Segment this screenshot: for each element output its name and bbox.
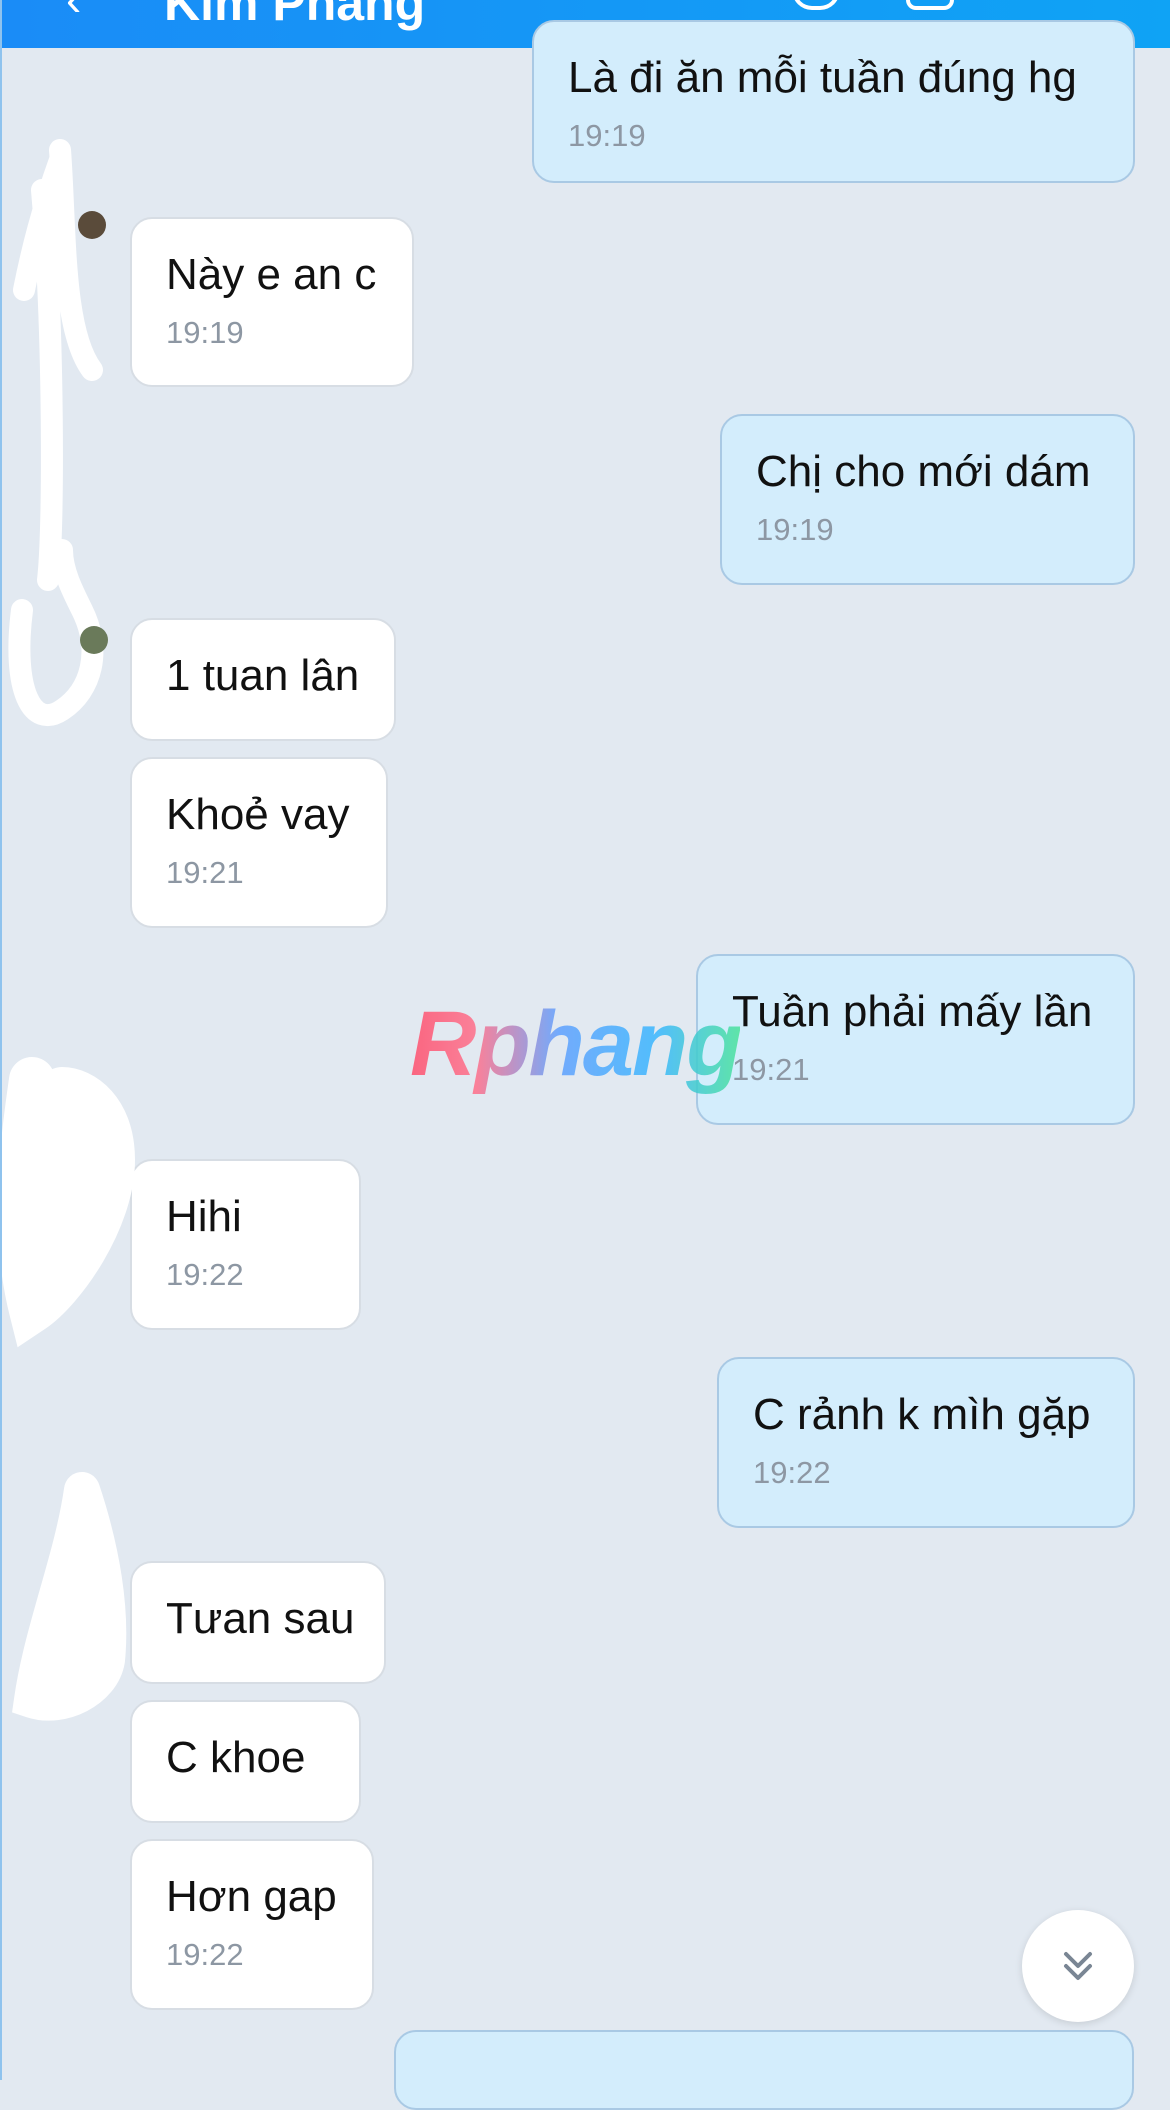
message-bubble-outgoing-partial[interactable]: [394, 2030, 1134, 2110]
message-time: 19:21: [166, 855, 244, 890]
message-time: 19:22: [166, 1937, 244, 1972]
message-text: 1 tuan lân: [166, 651, 360, 700]
message-bubble-incoming[interactable]: Hihi 19:22: [130, 1159, 361, 1330]
message-text: C rảnh k mìh gặp: [753, 1390, 1091, 1439]
message-bubble-outgoing[interactable]: Tuần phải mấy lần 19:21: [696, 954, 1135, 1125]
chat-screen: ‹ Kim Phang Là đi ăn mỗi tuần đúng hg 19…: [0, 0, 1170, 2110]
chevron-left-icon[interactable]: ‹: [66, 0, 81, 26]
message-bubble-outgoing[interactable]: C rảnh k mìh gặp 19:22: [717, 1357, 1135, 1528]
redaction-scribble: [8, 139, 108, 726]
message-text: Là đi ăn mỗi tuần đúng hg: [568, 53, 1077, 102]
message-text: Khoẻ vay: [166, 790, 350, 839]
message-bubble-incoming[interactable]: C khoe: [130, 1700, 361, 1823]
message-time: 19:22: [166, 1257, 244, 1292]
video-icon[interactable]: [906, 0, 954, 10]
message-time: 19:19: [756, 512, 834, 547]
message-bubble-incoming[interactable]: Này e an c 19:19: [130, 217, 414, 387]
message-time: 19:21: [732, 1052, 810, 1087]
message-bubble-incoming[interactable]: Khoẻ vay 19:21: [130, 757, 388, 928]
message-time: 19:19: [166, 315, 244, 350]
redaction-scribble: [12, 1472, 127, 1721]
message-bubble-incoming[interactable]: Hơn gap 19:22: [130, 1839, 374, 2010]
phone-icon[interactable]: [792, 0, 840, 10]
message-time: 19:22: [753, 1455, 831, 1490]
message-bubble-incoming[interactable]: 1 tuan lân: [130, 618, 396, 741]
message-bubble-incoming[interactable]: Tưan sau: [130, 1561, 386, 1684]
watermark-logo: Rphang: [410, 993, 742, 1095]
scroll-to-bottom-button[interactable]: [1022, 1910, 1134, 2022]
message-text: Tuần phải mấy lần: [732, 987, 1093, 1036]
message-text: C khoe: [166, 1733, 306, 1782]
double-chevron-down-icon: [1064, 1952, 1092, 1980]
message-bubble-outgoing[interactable]: Chị cho mới dám 19:19: [720, 414, 1135, 585]
contact-name[interactable]: Kim Phang: [164, 0, 425, 32]
message-text: Này e an c: [166, 250, 377, 299]
message-text: Hihi: [166, 1192, 242, 1241]
message-text: Chị cho mới dám: [756, 447, 1091, 496]
message-text: Tưan sau: [166, 1594, 355, 1643]
redaction-scribble: [2, 1057, 136, 1348]
message-text: Hơn gap: [166, 1872, 337, 1921]
message-time: 19:19: [568, 118, 646, 153]
message-bubble-outgoing[interactable]: Là đi ăn mỗi tuần đúng hg 19:19: [532, 20, 1135, 183]
